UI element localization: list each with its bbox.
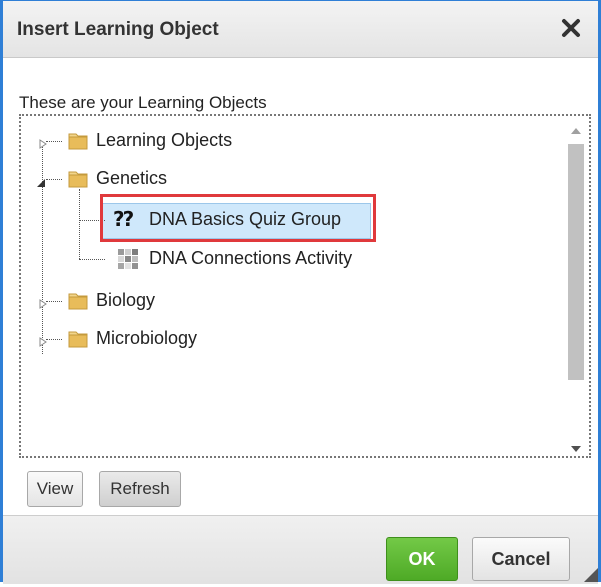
tree-connector <box>46 141 62 142</box>
close-icon[interactable] <box>558 15 584 41</box>
dialog-title: Insert Learning Object <box>17 19 219 40</box>
activity-icon <box>117 248 139 270</box>
tree-node-learning-objects[interactable]: Learning Objects <box>21 126 561 156</box>
tree-connector <box>46 301 62 302</box>
tree-node-label: Learning Objects <box>96 130 233 150</box>
highlight-callout <box>100 194 376 242</box>
insert-learning-object-dialog: Insert Learning Object These are your Le… <box>0 0 601 584</box>
ok-button[interactable]: OK <box>386 537 458 581</box>
tree-node-label: Microbiology <box>96 328 198 348</box>
scroll-thumb[interactable] <box>568 144 584 380</box>
refresh-button[interactable]: Refresh <box>99 471 181 507</box>
tree-node-label: Genetics <box>96 168 168 188</box>
tree-node-genetics[interactable]: Genetics <box>21 164 561 194</box>
cancel-button[interactable]: Cancel <box>472 537 570 581</box>
folder-icon <box>67 327 89 349</box>
folder-icon <box>67 289 89 311</box>
view-button[interactable]: View <box>27 471 83 507</box>
tree-node-label: DNA Connections Activity <box>149 248 353 268</box>
tree-node-microbiology[interactable]: Microbiology <box>21 324 561 354</box>
scroll-up-icon[interactable] <box>569 124 583 136</box>
scroll-down-icon[interactable] <box>569 442 583 454</box>
folder-icon <box>67 129 89 151</box>
intro-text: These are your Learning Objects <box>19 93 267 112</box>
collapse-arrow-icon[interactable] <box>36 175 46 187</box>
resize-grip-icon[interactable] <box>584 568 598 582</box>
tree-connector <box>46 339 62 340</box>
learning-object-tree[interactable]: Learning Objects Genetics ?? DNA Basics … <box>19 114 591 458</box>
tree-node-label: Biology <box>96 290 156 310</box>
tree-scrollbar[interactable] <box>566 122 586 456</box>
tree-node-biology[interactable]: Biology <box>21 286 561 316</box>
tree-connector <box>79 259 105 260</box>
dialog-titlebar[interactable]: Insert Learning Object <box>3 1 598 58</box>
tree-node-dna-connections-activity[interactable]: DNA Connections Activity <box>21 244 561 274</box>
folder-icon <box>67 167 89 189</box>
tree-connector <box>46 179 62 180</box>
